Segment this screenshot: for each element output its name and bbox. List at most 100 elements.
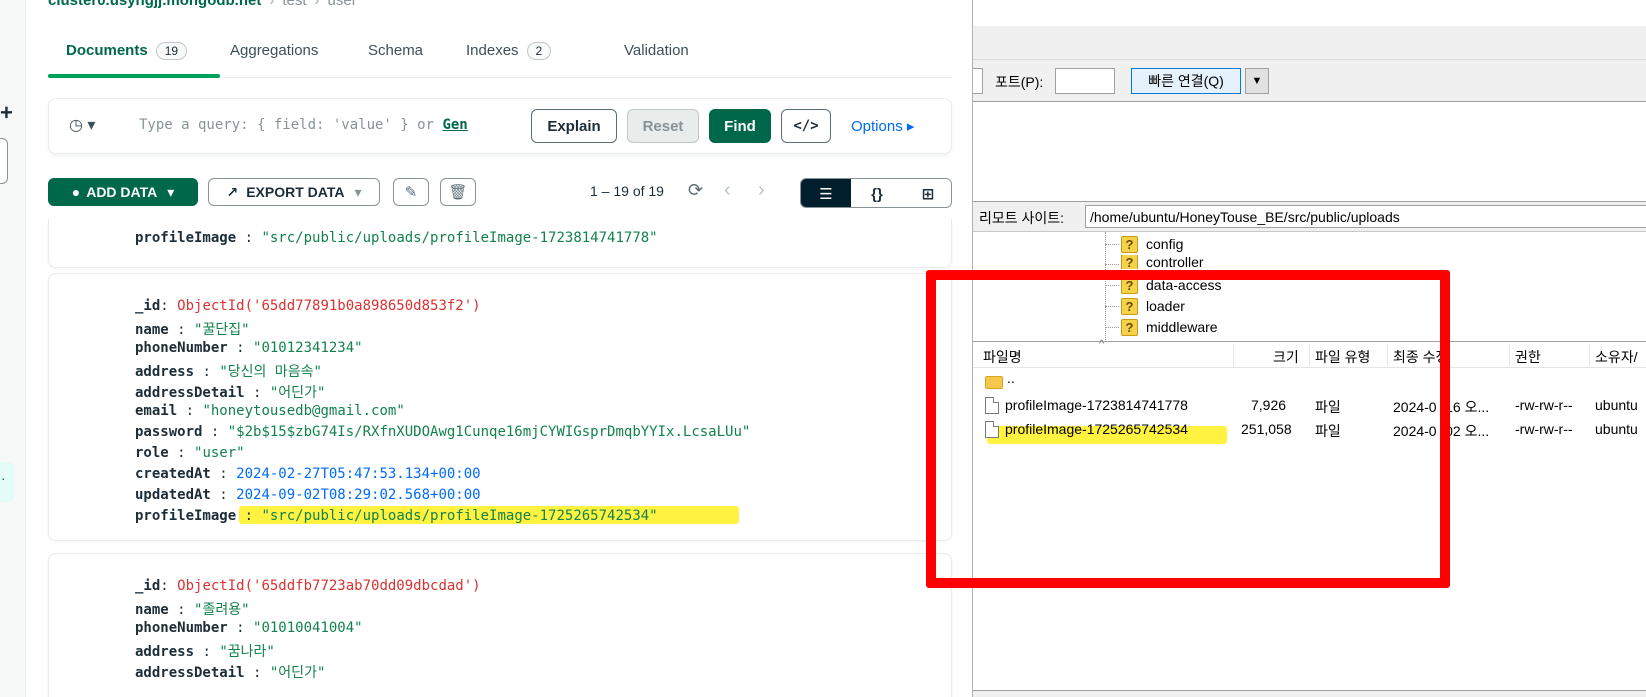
field-value: 2024-09-02T08:29:02.568+00:00 bbox=[236, 487, 481, 503]
doc-field: name : "꿀단집" bbox=[135, 322, 250, 338]
query-input[interactable]: Type a query: { field: 'value' } or Gen bbox=[139, 117, 468, 133]
col-modified[interactable]: 최종 수정 bbox=[1393, 347, 1448, 367]
list-view-icon[interactable]: ☰ bbox=[801, 179, 851, 207]
tab-schema[interactable]: Schema bbox=[368, 42, 423, 59]
find-button[interactable]: Find bbox=[709, 109, 771, 143]
indexes-count-badge: 2 bbox=[526, 42, 552, 60]
sidebar-search-box[interactable] bbox=[0, 138, 8, 184]
chevron-right-icon[interactable]: › bbox=[758, 179, 765, 202]
unknown-folder-icon: ? bbox=[1121, 276, 1138, 294]
file-name: profileImage-1725265742534 bbox=[1005, 421, 1188, 437]
document-card[interactable]: _id: ObjectId('65dd77891b0a898650d853f2'… bbox=[48, 273, 952, 541]
doc-field: addressDetail : "어딘가" bbox=[135, 385, 326, 401]
tree-item[interactable]: ? controller bbox=[1121, 255, 1204, 269]
field-key: email bbox=[135, 403, 178, 419]
explain-button[interactable]: Explain bbox=[531, 109, 617, 143]
add-icon[interactable]: + bbox=[0, 100, 13, 126]
breadcrumb-collection[interactable]: user bbox=[328, 0, 357, 9]
options-label: Options bbox=[851, 118, 903, 135]
tree-guide bbox=[1105, 285, 1119, 286]
col-divider[interactable] bbox=[1589, 344, 1590, 366]
chevron-right-icon: › bbox=[269, 0, 275, 9]
field-key: updatedAt bbox=[135, 487, 211, 503]
breadcrumb: cluster0.usyngjj.mongodb.net › test › user bbox=[48, 0, 357, 9]
breadcrumb-host[interactable]: cluster0.usyngjj.mongodb.net bbox=[48, 0, 261, 9]
chevron-right-icon: › bbox=[314, 0, 320, 9]
field-key: phoneNumber bbox=[135, 340, 228, 356]
file-type: 파일 bbox=[1315, 423, 1341, 439]
doc-field: phoneNumber : "01012341234" bbox=[135, 340, 363, 356]
fz-quickconnect-bar: 포트(P): 빠른 연결(Q) ▼ bbox=[973, 60, 1646, 102]
tab-documents[interactable]: Documents 19 bbox=[66, 42, 188, 60]
field-key: profileImage bbox=[135, 508, 237, 524]
trash-icon: 🗑 bbox=[448, 184, 468, 201]
generate-query-link[interactable]: Gen bbox=[442, 117, 467, 133]
tree-item[interactable]: ? middleware bbox=[1121, 317, 1218, 337]
file-row[interactable]: .. bbox=[973, 370, 1646, 394]
col-name[interactable]: 파일명 bbox=[983, 347, 1022, 367]
field-value: 2024-02-27T05:47:53.134+00:00 bbox=[236, 466, 481, 482]
document-card[interactable]: _id: ObjectId('65ddfb7723ab70dd09dbcdad'… bbox=[48, 553, 952, 697]
doc-field: addressDetail : "어딘가" bbox=[135, 665, 326, 681]
field-value: "src/public/uploads/profileImage-1725265… bbox=[261, 508, 658, 524]
field-key: address bbox=[135, 364, 195, 380]
remote-path-input[interactable]: /home/ubuntu/HoneyTouse_BE/src/public/up… bbox=[1085, 205, 1646, 228]
tree-item-label: config bbox=[1146, 236, 1184, 252]
col-permissions[interactable]: 권한 bbox=[1515, 347, 1541, 367]
field-key: phoneNumber bbox=[135, 620, 228, 636]
breadcrumb-db[interactable]: test bbox=[282, 0, 306, 9]
field-key: address bbox=[135, 644, 195, 660]
doc-field: address : "꿈나라" bbox=[135, 644, 275, 660]
tree-item[interactable]: ? data-access bbox=[1121, 275, 1221, 295]
doc-field: updatedAt : 2024-09-02T08:29:02.568+00:0… bbox=[135, 487, 481, 503]
tree-item[interactable]: ? config bbox=[1121, 234, 1183, 254]
field-value: "어딘가" bbox=[269, 665, 326, 681]
file-size: 251,058 bbox=[1241, 421, 1292, 437]
port-field[interactable] bbox=[1055, 68, 1115, 94]
col-divider[interactable] bbox=[1309, 344, 1310, 366]
chevron-left-icon[interactable]: ‹ bbox=[724, 179, 731, 202]
file-row[interactable]: profileImage-1725265742534 251,058 파일 20… bbox=[973, 419, 1646, 441]
tree-item-label: loader bbox=[1146, 298, 1185, 314]
col-type[interactable]: 파일 유형 bbox=[1315, 347, 1370, 367]
document-card[interactable]: profileImage : "src/public/uploads/profi… bbox=[48, 218, 952, 268]
col-divider[interactable] bbox=[1387, 344, 1388, 366]
query-history-icon[interactable]: ◷ ▾ bbox=[69, 115, 95, 135]
tab-indexes-label: Indexes bbox=[466, 42, 519, 59]
reset-button[interactable]: Reset bbox=[627, 109, 699, 143]
sidebar-active-item[interactable]: · bbox=[0, 462, 14, 502]
bulk-delete-button[interactable]: 🗑 bbox=[440, 178, 476, 206]
file-icon bbox=[985, 421, 999, 438]
col-size[interactable]: 크기 bbox=[1273, 347, 1299, 367]
export-data-button[interactable]: ↗ EXPORT DATA ▾ bbox=[208, 178, 380, 206]
password-field[interactable] bbox=[973, 68, 983, 94]
bulk-update-button[interactable]: ✎ bbox=[393, 178, 429, 206]
doc-field: address : "당신의 마음속" bbox=[135, 364, 322, 380]
export-to-language-button[interactable]: </> bbox=[781, 109, 831, 143]
refresh-icon[interactable]: ⟳ bbox=[688, 180, 703, 201]
file-row[interactable]: profileImage-1723814741778 7,926 파일 2024… bbox=[973, 395, 1646, 417]
quick-connect-button[interactable]: 빠른 연결(Q) bbox=[1131, 68, 1241, 94]
documents-toolbar: ● ADD DATA ▾ ↗ EXPORT DATA ▾ ✎ 🗑 1 – 19 of 1… bbox=[48, 178, 952, 208]
add-data-button[interactable]: ● ADD DATA ▾ bbox=[48, 178, 198, 206]
tab-indexes[interactable]: Indexes 2 bbox=[466, 42, 552, 60]
table-view-icon[interactable]: ⊞ bbox=[903, 179, 951, 207]
tree-item-label: middleware bbox=[1146, 319, 1218, 335]
tab-validation[interactable]: Validation bbox=[624, 42, 689, 59]
view-toggle: ☰ {} ⊞ bbox=[800, 178, 952, 208]
tab-aggregations[interactable]: Aggregations bbox=[230, 42, 318, 59]
col-divider[interactable] bbox=[1509, 344, 1510, 366]
field-value: "졸려용" bbox=[194, 602, 250, 618]
options-toggle[interactable]: Options ▸ bbox=[851, 117, 914, 135]
doc-field: profileImage : "src/public/uploads/profi… bbox=[135, 508, 658, 524]
tree-guide bbox=[1105, 264, 1119, 265]
col-divider[interactable] bbox=[1233, 344, 1234, 366]
tree-item[interactable]: ? loader bbox=[1121, 296, 1185, 316]
col-owner[interactable]: 소유자/ bbox=[1595, 347, 1638, 367]
message-log bbox=[973, 102, 1646, 202]
json-view-icon[interactable]: {} bbox=[852, 179, 902, 207]
file-owner: ubuntu bbox=[1595, 397, 1638, 413]
export-icon: ↗ bbox=[226, 183, 239, 200]
tree-guide bbox=[1105, 327, 1119, 328]
chevron-down-icon[interactable]: ▼ bbox=[1245, 68, 1269, 94]
